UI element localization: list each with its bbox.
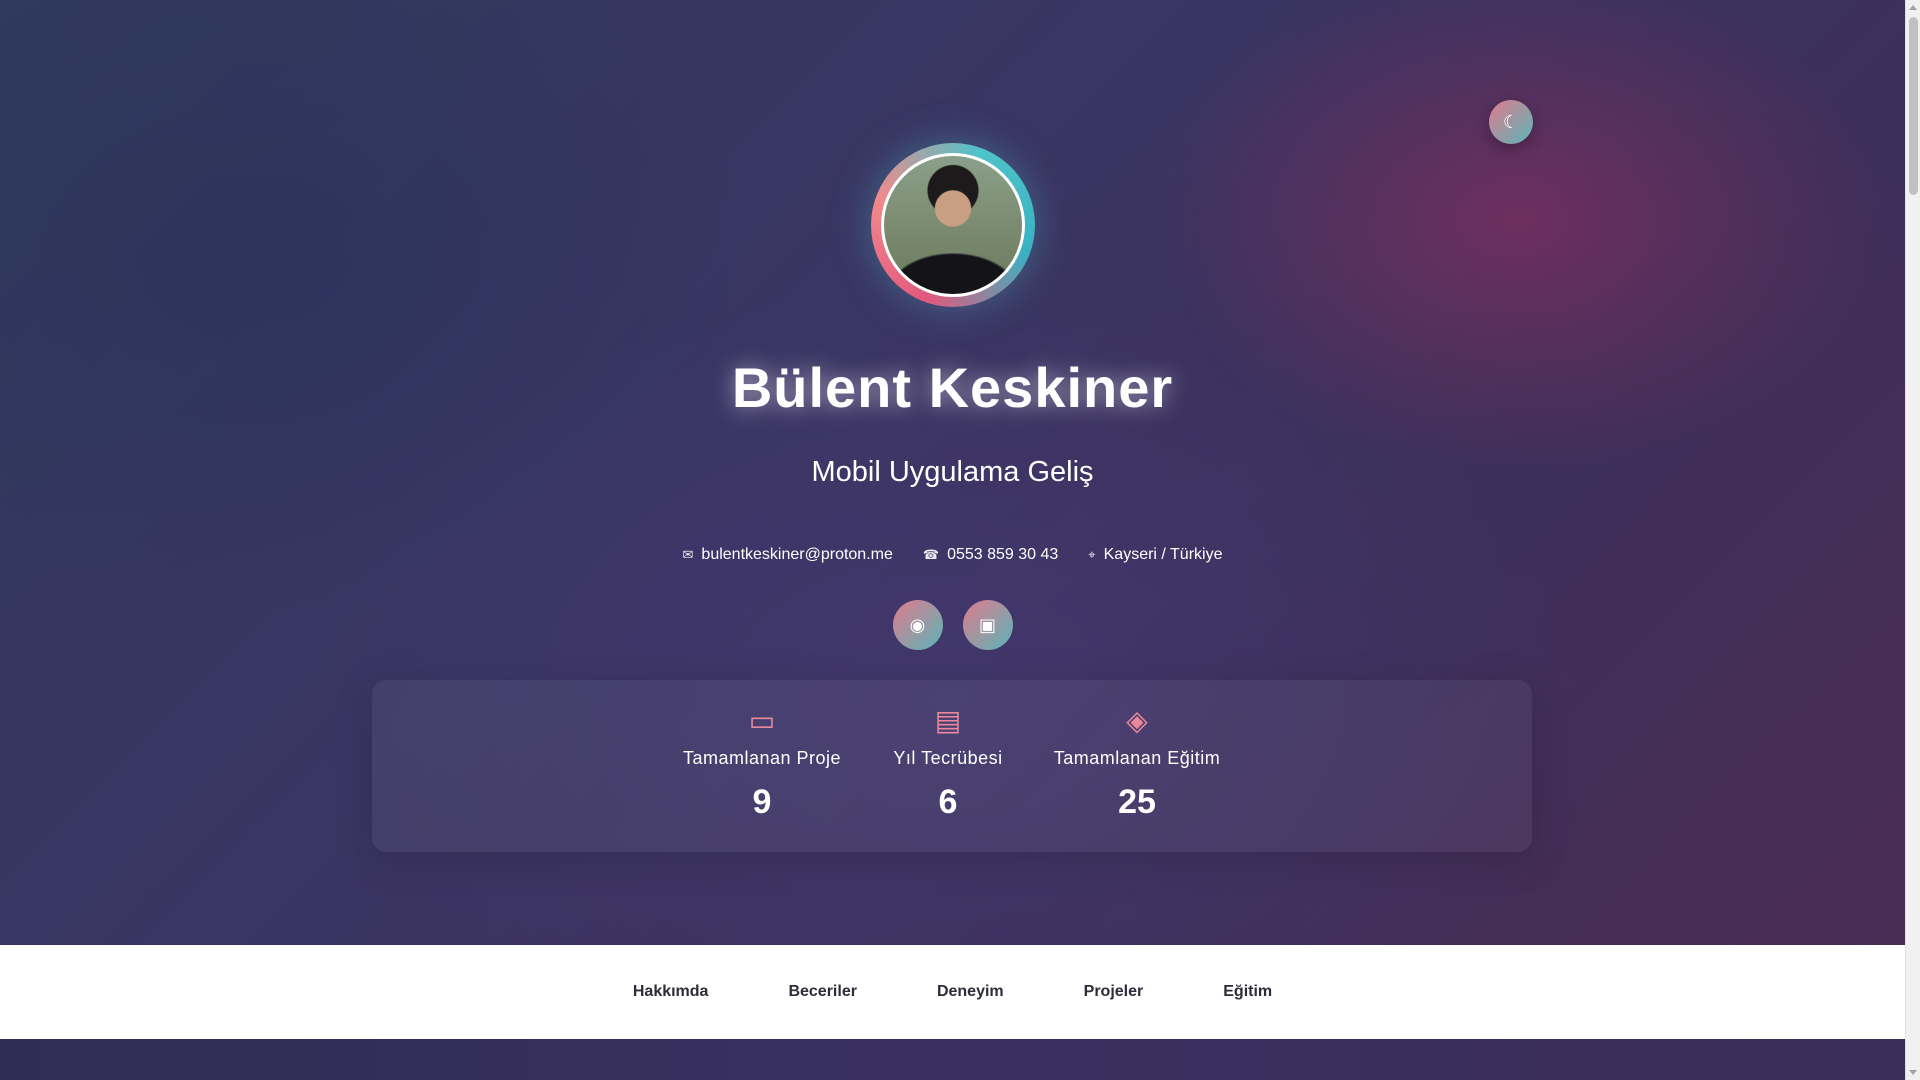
profile-name: Bülent Keskiner: [731, 356, 1174, 419]
briefcase-icon: ▤: [934, 705, 962, 736]
stat-value: 9: [752, 783, 772, 821]
stat-experience: ▤ Yıl Tecrübesi 6: [893, 704, 1002, 822]
contact-email-text: bulentkeskiner@proton.me: [701, 546, 893, 563]
scroll-up-arrow-icon[interactable]: [1909, 5, 1917, 10]
scrollbar-thumb[interactable]: [1909, 17, 1918, 195]
graduation-cap-icon: ◈: [1126, 705, 1148, 736]
stat-label: Yıl Tecrübesi: [893, 748, 1003, 768]
location-icon: ⌖: [1088, 547, 1096, 562]
linkedin-icon: ▣: [978, 614, 996, 635]
contact-phone[interactable]: ☎ 0553 859 30 43: [923, 546, 1058, 564]
contact-list: ✉ bulentkeskiner@proton.me ☎ 0553 859 30…: [0, 546, 1905, 564]
stat-value: 6: [938, 783, 958, 821]
contact-location: ⌖ Kayseri / Türkiye: [1088, 546, 1222, 564]
scroll-down-arrow-icon[interactable]: [1909, 1070, 1917, 1075]
nav-item-skills[interactable]: Beceriler: [788, 983, 857, 1001]
github-icon: ◉: [909, 614, 926, 635]
profile-photo-ring: [871, 143, 1035, 307]
page-scrollbar[interactable]: [1905, 0, 1920, 1080]
contact-phone-text: 0553 859 30 43: [947, 546, 1059, 563]
nav-item-education[interactable]: Eğitim: [1223, 983, 1272, 1001]
stat-value: 25: [1118, 783, 1156, 821]
stat-label: Tamamlanan Proje: [682, 748, 842, 768]
folder-icon: ▭: [748, 705, 776, 736]
profile-photo: [881, 153, 1025, 297]
theme-toggle-button[interactable]: ☾: [1489, 100, 1533, 144]
envelope-icon: ✉: [682, 547, 694, 562]
section-nav: Hakkımda Beceriler Deneyim Projeler Eğit…: [0, 945, 1905, 1039]
contact-email[interactable]: ✉ bulentkeskiner@proton.me: [683, 546, 893, 564]
social-links: ◉ ▣: [0, 600, 1905, 650]
profile-subtitle: Mobil Uygulama Geliş: [811, 456, 1094, 488]
hero-section: ☾ Bülent Keskiner Mobil Uygulama Geliş ✉…: [0, 0, 1905, 945]
nav-item-about[interactable]: Hakkımda: [633, 983, 709, 1001]
github-link-button[interactable]: ◉: [892, 600, 943, 650]
contact-location-text: Kayseri / Türkiye: [1103, 546, 1223, 563]
next-section-preview: [0, 1039, 1905, 1080]
stat-label: Tamamlanan Eğitim: [1053, 748, 1221, 768]
phone-icon: ☎: [922, 547, 940, 562]
nav-item-experience[interactable]: Deneyim: [937, 983, 1004, 1001]
stat-education: ◈ Tamamlanan Eğitim 25: [1054, 704, 1221, 822]
linkedin-link-button[interactable]: ▣: [962, 600, 1013, 650]
stat-projects: ▭ Tamamlanan Proje 9: [683, 704, 841, 822]
nav-item-projects[interactable]: Projeler: [1084, 983, 1144, 1001]
moon-icon: ☾: [1502, 111, 1520, 132]
